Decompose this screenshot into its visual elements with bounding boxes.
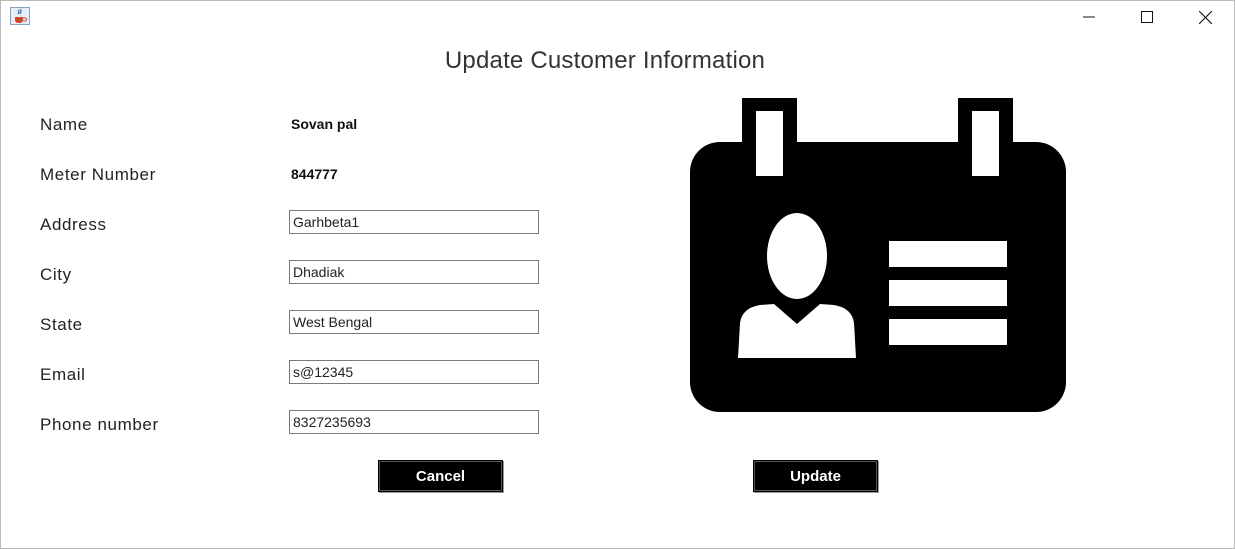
minimize-icon xyxy=(1083,16,1095,18)
close-icon xyxy=(1198,10,1212,24)
maximize-button[interactable] xyxy=(1119,1,1175,33)
city-label: City xyxy=(40,265,72,284)
meter-number-value: 844777 xyxy=(291,166,338,182)
update-customer-window: Update Customer Information Name Sovan p… xyxy=(0,0,1235,549)
title-bar xyxy=(1,1,1234,33)
address-field[interactable] xyxy=(289,210,539,234)
java-coffee-icon[interactable] xyxy=(10,7,30,25)
email-field[interactable] xyxy=(289,360,539,384)
maximize-icon xyxy=(1141,11,1153,23)
name-value: Sovan pal xyxy=(291,116,358,132)
page-title: Update Customer Information xyxy=(444,47,766,74)
state-field[interactable] xyxy=(289,310,539,334)
meter-number-label: Meter Number xyxy=(40,165,156,184)
update-button[interactable]: Update xyxy=(753,460,878,492)
name-label: Name xyxy=(40,115,88,134)
phone-number-field[interactable] xyxy=(289,410,539,434)
phone-number-label: Phone number xyxy=(40,415,159,434)
address-label: Address xyxy=(40,215,107,234)
minimize-button[interactable] xyxy=(1061,1,1117,33)
close-button[interactable] xyxy=(1177,1,1233,33)
state-label: State xyxy=(40,315,83,334)
email-label: Email xyxy=(40,365,86,384)
id-card-icon xyxy=(690,98,1066,417)
cancel-button[interactable]: Cancel xyxy=(378,460,503,492)
city-field[interactable] xyxy=(289,260,539,284)
